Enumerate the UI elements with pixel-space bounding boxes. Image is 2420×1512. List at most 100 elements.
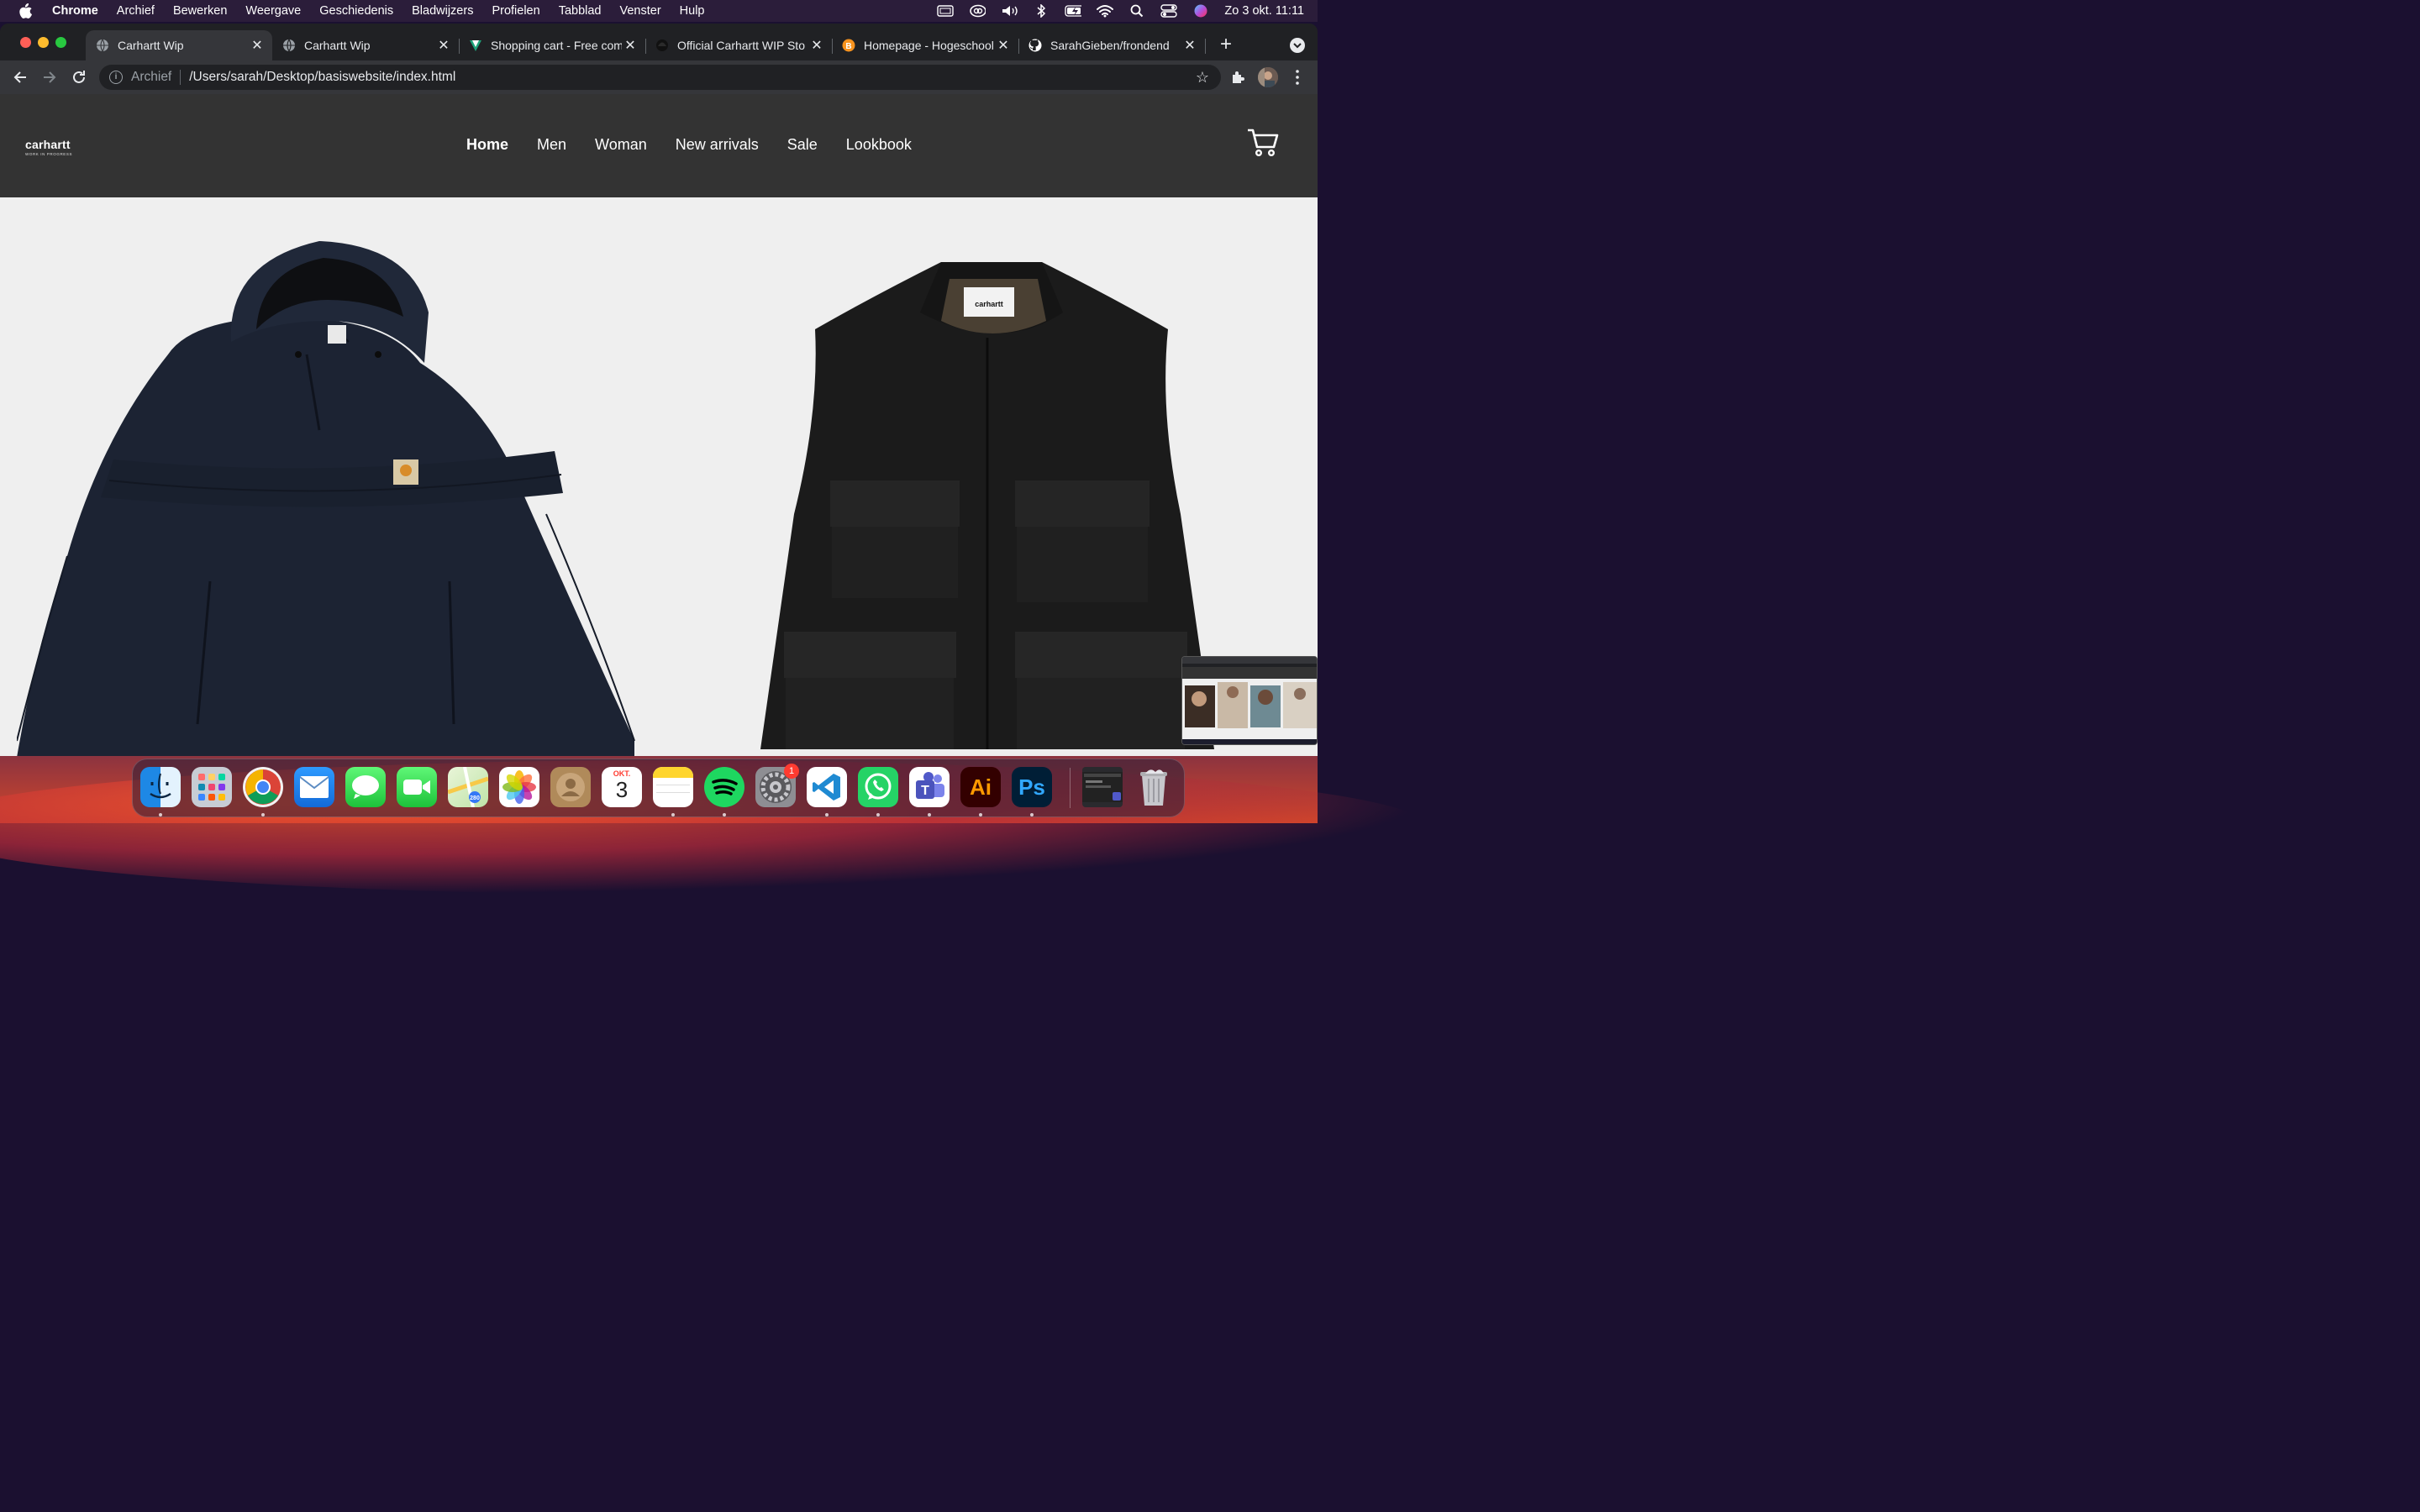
minimized-window-thumbnail[interactable] xyxy=(1082,767,1123,807)
close-icon[interactable]: ✕ xyxy=(435,37,452,54)
site-logo[interactable]: carhartt WORK IN PROGRESS xyxy=(25,138,72,156)
main-nav: Home Men Woman New arrivals Sale Lookboo… xyxy=(466,136,940,154)
creative-cloud-icon[interactable] xyxy=(969,4,986,18)
minimize-window-button[interactable] xyxy=(38,37,49,48)
menu-archief[interactable]: Archief xyxy=(117,4,155,18)
nav-sale[interactable]: Sale xyxy=(787,136,818,154)
close-window-button[interactable] xyxy=(20,37,31,48)
facetime-icon[interactable] xyxy=(397,767,437,807)
address-bar[interactable]: i Archief /Users/sarah/Desktop/basiswebs… xyxy=(99,65,1221,90)
mail-icon[interactable] xyxy=(294,767,334,807)
screenshot-thumbnail[interactable] xyxy=(1181,656,1318,745)
more-menu-icon[interactable] xyxy=(1290,67,1310,87)
calendar-day: 3 xyxy=(615,777,629,802)
tab-search-button[interactable] xyxy=(1290,38,1305,53)
menu-app-name[interactable]: Chrome xyxy=(52,4,98,18)
messages-icon[interactable] xyxy=(345,767,386,807)
extensions-icon[interactable] xyxy=(1228,67,1249,87)
reload-button[interactable] xyxy=(70,68,88,87)
trash-icon[interactable] xyxy=(1134,767,1174,807)
close-icon[interactable]: ✕ xyxy=(1181,37,1198,54)
tab-title: Homepage - Hogeschool xyxy=(864,39,994,52)
close-icon[interactable]: ✕ xyxy=(808,37,825,54)
hogeschool-icon: B xyxy=(842,39,855,52)
contacts-icon[interactable] xyxy=(550,767,591,807)
shopping-cart-icon[interactable] xyxy=(1247,128,1279,158)
tab-github[interactable]: SarahGieben/frondend ✕ xyxy=(1018,30,1205,60)
nav-home[interactable]: Home xyxy=(466,136,508,154)
running-indicator xyxy=(723,813,726,816)
browser-toolbar: i Archief /Users/sarah/Desktop/basiswebs… xyxy=(0,60,1318,94)
new-tab-button[interactable]: + xyxy=(1217,34,1235,55)
tab-hogeschool[interactable]: B Homepage - Hogeschool ✕ xyxy=(832,30,1018,60)
bluetooth-icon[interactable] xyxy=(1033,4,1050,18)
tab-carhartt-wip-2[interactable]: Carhartt Wip ✕ xyxy=(272,30,459,60)
tab-official-carhartt[interactable]: Official Carhartt WIP Sto ✕ xyxy=(645,30,832,60)
tab-title: Shopping cart - Free com xyxy=(491,39,622,52)
forward-button[interactable] xyxy=(40,68,59,87)
maps-icon[interactable]: 280 xyxy=(448,767,488,807)
info-icon[interactable]: i xyxy=(109,71,123,84)
bookmark-star-icon[interactable]: ☆ xyxy=(1196,69,1209,87)
system-preferences-icon[interactable]: 1 xyxy=(755,764,799,807)
illustrator-icon[interactable]: Ai xyxy=(960,767,1001,807)
nav-lookbook[interactable]: Lookbook xyxy=(846,136,912,154)
running-indicator xyxy=(825,813,829,816)
menu-clock[interactable]: Zo 3 okt. 11:11 xyxy=(1224,4,1304,18)
display-icon[interactable] xyxy=(937,4,955,18)
running-indicator xyxy=(159,813,162,816)
menu-bladwijzers[interactable]: Bladwijzers xyxy=(412,4,473,18)
browser-window: Carhartt Wip ✕ Carhartt Wip ✕ Shopping c… xyxy=(0,24,1318,756)
zoom-window-button[interactable] xyxy=(55,37,66,48)
profile-avatar[interactable] xyxy=(1258,67,1278,87)
tab-title: SarahGieben/frondend xyxy=(1050,39,1170,52)
vscode-icon[interactable] xyxy=(807,767,847,807)
spotify-icon[interactable] xyxy=(704,767,744,807)
menu-profielen[interactable]: Profielen xyxy=(492,4,539,18)
volume-icon[interactable] xyxy=(1001,4,1018,18)
menu-weergave[interactable]: Weergave xyxy=(245,4,301,18)
tab-strip: Carhartt Wip ✕ Carhartt Wip ✕ Shopping c… xyxy=(0,24,1318,60)
tab-shopping-cart[interactable]: Shopping cart - Free com ✕ xyxy=(459,30,645,60)
spotlight-icon[interactable] xyxy=(1128,4,1145,18)
globe-icon xyxy=(282,39,296,52)
close-icon[interactable]: ✕ xyxy=(622,37,639,54)
running-indicator xyxy=(261,813,265,816)
back-button[interactable] xyxy=(11,68,29,87)
menu-hulp[interactable]: Hulp xyxy=(680,4,705,18)
running-indicator xyxy=(671,813,675,816)
nav-new-arrivals[interactable]: New arrivals xyxy=(676,136,759,154)
nav-men[interactable]: Men xyxy=(537,136,566,154)
chrome-icon[interactable] xyxy=(243,767,283,807)
product-image-anorak[interactable] xyxy=(16,237,639,756)
logo-wordmark: carhartt xyxy=(25,138,71,151)
product-image-vest[interactable]: carhartt xyxy=(756,228,1227,756)
tab-carhartt-wip-active[interactable]: Carhartt Wip ✕ xyxy=(86,30,272,60)
page-content: carhartt WORK IN PROGRESS Home Men Woman… xyxy=(0,94,1318,756)
close-icon[interactable]: ✕ xyxy=(995,37,1012,54)
menu-bewerken[interactable]: Bewerken xyxy=(173,4,227,18)
photoshop-label: Ps xyxy=(1018,774,1045,800)
menu-venster[interactable]: Venster xyxy=(619,4,660,18)
site-header: carhartt WORK IN PROGRESS Home Men Woman… xyxy=(0,94,1318,197)
launchpad-icon[interactable] xyxy=(192,767,232,807)
apple-icon[interactable] xyxy=(17,2,35,20)
menu-geschiedenis[interactable]: Geschiedenis xyxy=(319,4,393,18)
svg-text:carhartt: carhartt xyxy=(975,300,1003,308)
wifi-icon[interactable] xyxy=(1097,4,1114,18)
illustrator-label: Ai xyxy=(970,774,992,800)
siri-icon[interactable] xyxy=(1192,4,1209,18)
close-icon[interactable]: ✕ xyxy=(249,37,266,54)
photos-icon[interactable] xyxy=(499,767,539,807)
calendar-icon[interactable]: OKT. 3 xyxy=(602,767,642,807)
menu-tabblad[interactable]: Tabblad xyxy=(559,4,602,18)
nav-woman[interactable]: Woman xyxy=(595,136,647,154)
photoshop-icon[interactable]: Ps xyxy=(1012,767,1052,807)
teams-icon[interactable]: T xyxy=(909,767,950,807)
control-center-icon[interactable] xyxy=(1160,4,1178,18)
notes-icon[interactable] xyxy=(653,767,693,807)
finder-icon[interactable] xyxy=(140,767,181,807)
whatsapp-icon[interactable] xyxy=(858,767,898,807)
dock-separator xyxy=(1070,768,1071,808)
battery-icon[interactable] xyxy=(1065,4,1082,18)
